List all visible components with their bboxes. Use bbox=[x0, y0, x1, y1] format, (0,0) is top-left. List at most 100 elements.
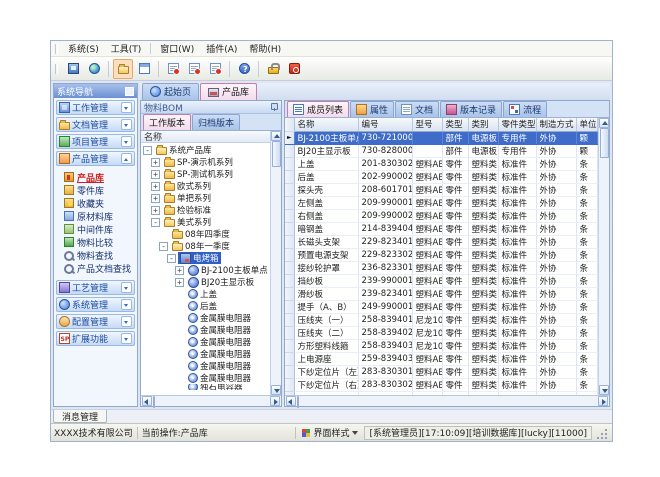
tree-expander-icon[interactable]: - bbox=[143, 146, 152, 155]
tree-node[interactable]: -系统产品库 bbox=[141, 144, 270, 156]
tree-column-header[interactable]: 名称 bbox=[141, 131, 270, 143]
sidebar-section-system-mgmt[interactable]: 系统管理 bbox=[56, 297, 135, 312]
menu-tools[interactable]: 工具(T) bbox=[105, 41, 148, 56]
chevron-down-icon[interactable] bbox=[121, 282, 132, 293]
tree-node[interactable]: +BJ-2100主板单点 bbox=[141, 264, 270, 276]
column-header-model[interactable]: 型号 bbox=[412, 118, 442, 131]
menu-help[interactable]: 帮助(H) bbox=[243, 41, 287, 56]
menubar-grip[interactable] bbox=[55, 44, 58, 54]
tree-node[interactable]: -美式系列 bbox=[141, 216, 270, 228]
sidebar-item-raw-material-lib[interactable]: 原材料库 bbox=[61, 210, 135, 222]
menu-system[interactable]: 系统(S) bbox=[62, 41, 105, 56]
table-row[interactable]: 上盖201-830302-00X塑料ABS零件塑料类标准件外协条 bbox=[285, 157, 597, 170]
scroll-up-icon[interactable] bbox=[599, 118, 609, 128]
table-vertical-scrollbar[interactable] bbox=[598, 118, 609, 395]
toolbar-button-layout[interactable] bbox=[134, 59, 154, 79]
toolbar-button-report1[interactable] bbox=[163, 59, 183, 79]
column-header-code[interactable]: 编号 bbox=[358, 118, 412, 131]
sidebar-item-favorites[interactable]: 收藏夹 bbox=[61, 197, 135, 209]
tab-workflow[interactable]: 流程 bbox=[503, 101, 547, 117]
chevron-down-icon[interactable] bbox=[121, 316, 132, 327]
table-row[interactable]: 压线夹（二）258-839402-00X尼龙1010零件塑料类标准件外协条 bbox=[285, 326, 597, 339]
sidebar-section-product-mgmt[interactable]: 产品管理 bbox=[56, 151, 135, 166]
tree-node[interactable]: +SP-测试机系列 bbox=[141, 168, 270, 180]
sidebar-item-part-lib[interactable]: 零件库 bbox=[61, 184, 135, 196]
table-row[interactable]: 暗钢盖214-839404-01X塑料ABS零件塑料类标准件外协条 bbox=[285, 222, 597, 235]
tree-node[interactable]: 金属膜电阻器 bbox=[141, 312, 270, 324]
tree-expander-icon[interactable]: - bbox=[151, 218, 160, 227]
tree-node[interactable]: -电烤箱 bbox=[141, 252, 270, 264]
toolbar-button-monitor[interactable] bbox=[63, 59, 83, 79]
tree-node[interactable]: +BJ20主显示板 bbox=[141, 276, 270, 288]
table-row[interactable]: 右侧盖209-990002-01X塑料ABS零件塑料类标准件外协条 bbox=[285, 209, 597, 222]
tree-expander-icon[interactable]: + bbox=[151, 206, 160, 215]
tree-expander-icon[interactable]: + bbox=[175, 278, 184, 287]
tab-documents[interactable]: 文档 bbox=[395, 101, 439, 117]
toolbar-button-report2[interactable] bbox=[184, 59, 204, 79]
tree-expander-icon[interactable]: + bbox=[151, 170, 160, 179]
tree-node[interactable]: +欧式系列 bbox=[141, 180, 270, 192]
tab-product-lib[interactable]: 产品库 bbox=[200, 83, 257, 100]
toolbar-button-lock[interactable] bbox=[263, 59, 283, 79]
chevron-up-icon[interactable] bbox=[121, 153, 132, 164]
table-row[interactable]: 滑纱板239-823401-00X塑料ABS零件塑料类标准件外协条 bbox=[285, 287, 597, 300]
chevron-down-icon[interactable] bbox=[121, 136, 132, 147]
sidebar-section-config-mgmt[interactable]: 配置管理 bbox=[56, 314, 135, 329]
tab-properties[interactable]: 属性 bbox=[350, 101, 394, 117]
tree-node[interactable]: +SP-演示机系列 bbox=[141, 156, 270, 168]
tree-node[interactable]: -08年一季度 bbox=[141, 240, 270, 252]
sidebar-section-doc-mgmt[interactable]: 文档管理 bbox=[56, 117, 135, 132]
chevron-down-icon[interactable] bbox=[121, 102, 132, 113]
chevron-down-icon[interactable] bbox=[121, 119, 132, 130]
sidebar-item-product-lib[interactable]: 产品库 bbox=[61, 171, 135, 183]
sidebar-section-craft-mgmt[interactable]: 工艺管理 bbox=[56, 280, 135, 295]
tree-hscroll-thumb[interactable] bbox=[153, 396, 155, 408]
sidebar-item-material-compare[interactable]: 物料比较 bbox=[61, 236, 135, 248]
sidebar-item-product-doc-search[interactable]: 产品文档查找 bbox=[61, 262, 135, 274]
sidebar-section-project-mgmt[interactable]: 项目管理 bbox=[56, 134, 135, 149]
toolbar-button-exit[interactable] bbox=[284, 59, 304, 79]
table-row[interactable]: 长磁头支架229-823401-00X塑料ABS零件塑料类标准件外协条 bbox=[285, 235, 597, 248]
toolbar-button-globe[interactable] bbox=[84, 59, 104, 79]
tree-expander-icon[interactable]: - bbox=[167, 254, 176, 263]
tree-vertical-scrollbar[interactable] bbox=[270, 131, 281, 395]
table-row[interactable]: 压线夹（一）258-839401-00X尼龙1010零件塑料类标准件外协条 bbox=[285, 313, 597, 326]
menu-window[interactable]: 窗口(W) bbox=[154, 41, 200, 56]
table-row[interactable]: 后盖202-990002-01X塑料ABS零件塑料类标准件外协条 bbox=[285, 170, 597, 183]
tree-node[interactable]: 上盖 bbox=[141, 288, 270, 300]
sidebar-section-extension[interactable]: 扩展功能 bbox=[56, 331, 135, 346]
tree-node[interactable]: 金属膜电阻器 bbox=[141, 336, 270, 348]
scroll-left-icon[interactable] bbox=[142, 396, 152, 406]
tree-node[interactable]: +单把系列 bbox=[141, 192, 270, 204]
table-row[interactable]: 左侧盖209-990001-01X塑料ABS零件塑料类标准件外协条 bbox=[285, 196, 597, 209]
table-vscroll-thumb[interactable] bbox=[600, 128, 609, 158]
ui-style-button[interactable]: 界面样式 bbox=[300, 426, 360, 439]
table-row[interactable]: BJ20主显示板730-828000-04X部件电源板专用件外协颗 bbox=[285, 144, 597, 157]
menu-plugins[interactable]: 插件(A) bbox=[200, 41, 243, 56]
column-header-manufacture[interactable]: 制造方式 bbox=[536, 118, 576, 131]
scroll-down-icon[interactable] bbox=[271, 385, 281, 395]
tree-expander-icon[interactable]: + bbox=[175, 266, 184, 275]
tree-expander-icon[interactable]: + bbox=[151, 158, 160, 167]
scroll-left-icon[interactable] bbox=[286, 396, 296, 406]
table-row[interactable]: 提手（A、B）249-990001-01X塑料ABS零件塑料类标准件外协条 bbox=[285, 300, 597, 313]
sidebar-item-material-search[interactable]: 物料查找 bbox=[61, 249, 135, 261]
tab-member-list[interactable]: 成员列表 bbox=[287, 101, 349, 117]
pin-icon[interactable] bbox=[270, 103, 278, 112]
tree-node[interactable]: 金属膜电阻器 bbox=[141, 324, 270, 336]
tree-expander-icon[interactable]: + bbox=[151, 182, 160, 191]
column-header-unit[interactable]: 单位 bbox=[576, 118, 597, 131]
toolbar-button-help[interactable] bbox=[234, 59, 254, 79]
sidebar-section-work-mgmt[interactable]: 工作管理 bbox=[56, 100, 135, 115]
tree-expander-icon[interactable]: + bbox=[151, 194, 160, 203]
table-row[interactable]: 接纱轮护罩236-823301-00X塑料ABS零件塑料类标准件外协条 bbox=[285, 261, 597, 274]
scroll-right-icon[interactable] bbox=[270, 396, 280, 406]
tab-version-history[interactable]: 版本记录 bbox=[440, 101, 502, 117]
table-row[interactable]: 挡纱板239-990001-01X塑料ABS零件塑料类标准件外协条 bbox=[285, 274, 597, 287]
column-header-category[interactable]: 类别 bbox=[468, 118, 498, 131]
table-row[interactable]: 探头壳208-601701-01X塑料ABS零件塑料类标准件外协条 bbox=[285, 183, 597, 196]
table-row[interactable]: 方形塑料线箍258-839403-00X尼龙1010零件塑料类标准件外协条 bbox=[285, 339, 597, 352]
toolbar-button-folder-open[interactable] bbox=[113, 59, 133, 79]
resize-grip[interactable] bbox=[596, 428, 609, 441]
scroll-right-icon[interactable] bbox=[598, 396, 608, 406]
